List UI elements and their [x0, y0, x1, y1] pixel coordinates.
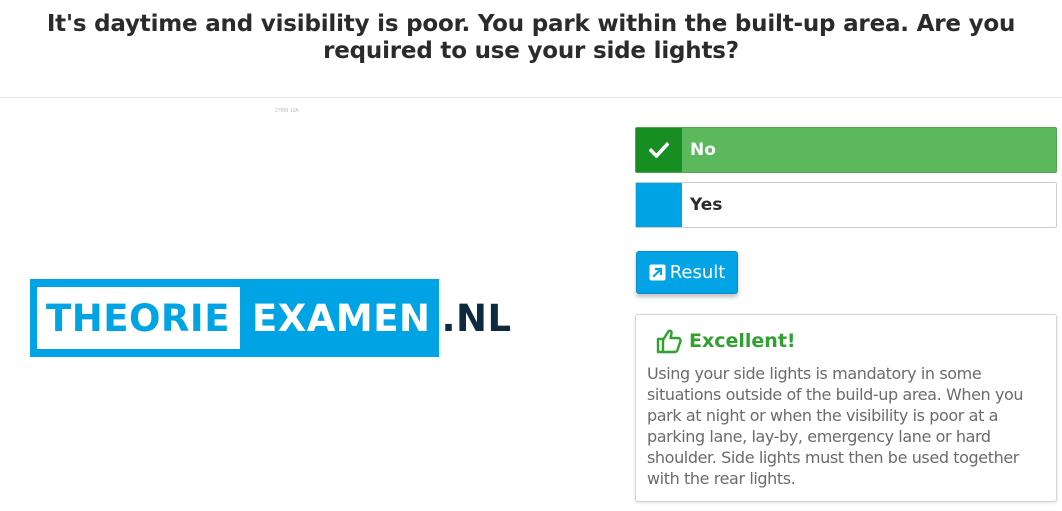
image-caption: 27RM 12A [275, 108, 299, 114]
logo-box: THEORIE EXAMEN [30, 279, 440, 357]
check-icon [649, 142, 669, 158]
question-text: It's daytime and visibility is poor. You… [46, 11, 1016, 64]
answer-marker-no [636, 128, 682, 172]
feedback-text: Using your side lights is mandatory in s… [647, 364, 1024, 488]
site-logo: THEORIE EXAMEN .NL [30, 279, 512, 357]
result-button[interactable]: Result [636, 251, 738, 294]
feedback-title: Excellent! [689, 330, 796, 352]
feedback-panel: Excellent! Using your side lights is man… [635, 314, 1057, 502]
thumbs-up-icon [656, 328, 682, 354]
answer-label-yes: Yes [690, 195, 723, 215]
question-header: It's daytime and visibility is poor. You… [0, 0, 1062, 98]
answer-label-no: No [690, 140, 716, 160]
feedback-header: Excellent! [647, 327, 1044, 355]
answer-option-yes[interactable]: Yes [635, 182, 1057, 228]
result-button-label: Result [669, 262, 726, 283]
logo-text-examen: EXAMEN [251, 296, 431, 340]
answer-marker-yes [636, 183, 682, 227]
logo-text-theorie: THEORIE [37, 287, 240, 349]
answer-option-no[interactable]: No [635, 127, 1057, 173]
logo-text-tld: .NL [441, 296, 512, 340]
external-link-icon [649, 264, 666, 281]
